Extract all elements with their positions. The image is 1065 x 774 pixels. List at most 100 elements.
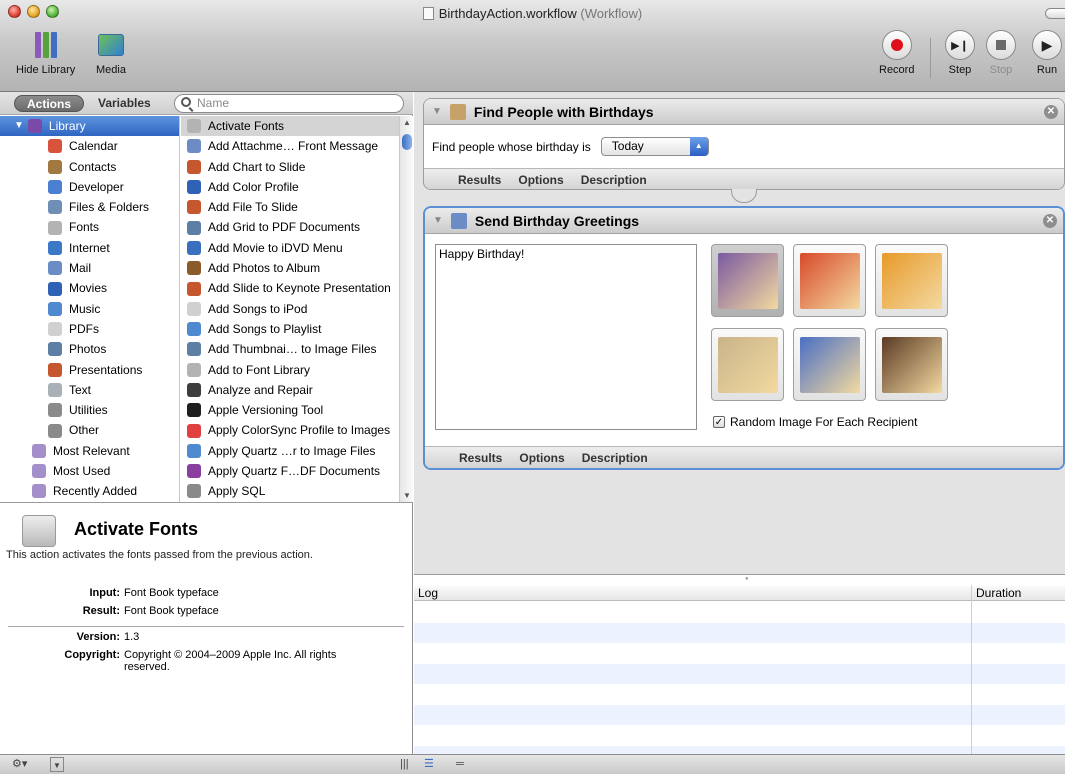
birthday-popup[interactable]: Today ▲ xyxy=(600,137,709,156)
category-item[interactable]: Music xyxy=(0,299,179,319)
action-header[interactable]: ▼ Send Birthday Greetings ✕ xyxy=(425,208,1063,234)
action-item[interactable]: Add Thumbnai… to Image Files xyxy=(181,339,399,359)
category-item[interactable]: Text xyxy=(0,380,179,400)
results-tab[interactable]: Results xyxy=(459,451,502,465)
category-label: Movies xyxy=(69,281,108,296)
category-label: Other xyxy=(69,423,100,438)
description-toggle-icon[interactable]: ▼ xyxy=(50,757,64,772)
scroll-down-arrow-icon[interactable]: ▼ xyxy=(403,491,411,500)
category-item[interactable]: Other xyxy=(0,420,179,440)
action-item[interactable]: Add Attachme… Front Message xyxy=(181,136,399,156)
record-button[interactable]: Record xyxy=(879,28,914,76)
action-header[interactable]: ▼ Find People with Birthdays ✕ xyxy=(424,99,1064,125)
action-list-scrollbar[interactable]: ▲ ▼ xyxy=(399,116,413,502)
random-image-checkbox[interactable]: ✓ Random Image For Each Recipient xyxy=(713,415,917,429)
category-item[interactable]: Internet xyxy=(0,238,179,258)
resize-grip-icon[interactable]: ||| xyxy=(400,757,409,772)
toolbar-toggle-button[interactable] xyxy=(1045,8,1065,19)
actions-tab[interactable]: Actions xyxy=(14,95,85,112)
action-item[interactable]: Analyze and Repair xyxy=(181,380,399,400)
disclosure-triangle-icon[interactable]: ▼ xyxy=(433,215,443,226)
variables-tab[interactable]: Variables xyxy=(86,95,163,112)
category-icon xyxy=(48,342,62,357)
action-item[interactable]: Apple Versioning Tool xyxy=(181,400,399,420)
category-item[interactable]: Recently Added xyxy=(0,481,179,501)
action-item[interactable]: Add Color Profile xyxy=(181,177,399,197)
action-item[interactable]: Add Songs to Playlist xyxy=(181,319,399,339)
list-view-icon[interactable]: ☰ xyxy=(424,757,434,772)
log-column-header[interactable]: Log xyxy=(414,586,971,601)
remove-action-icon[interactable]: ✕ xyxy=(1043,214,1057,228)
image-choice[interactable] xyxy=(711,244,784,317)
category-label: Files & Folders xyxy=(69,200,150,215)
category-item[interactable]: Developer xyxy=(0,177,179,197)
run-icon: ▶ xyxy=(1032,30,1062,60)
action-item[interactable]: Add to Font Library xyxy=(181,360,399,380)
image-choice[interactable] xyxy=(711,328,784,401)
category-label: Library xyxy=(48,119,86,133)
category-item[interactable]: Calendar xyxy=(0,136,179,156)
category-item[interactable]: Most Relevant xyxy=(0,441,179,461)
image-choice[interactable] xyxy=(793,328,866,401)
action-item[interactable]: Activate Fonts xyxy=(181,116,399,137)
description-tab[interactable]: Description xyxy=(581,173,647,187)
action-item[interactable]: Apply SQL xyxy=(181,481,399,501)
category-item[interactable]: Movies xyxy=(0,278,179,298)
description-tab[interactable]: Description xyxy=(582,451,648,465)
image-choice[interactable] xyxy=(793,244,866,317)
image-choice[interactable] xyxy=(875,244,948,317)
disclosure-triangle-icon[interactable]: ▼ xyxy=(432,106,442,117)
remove-action-icon[interactable]: ✕ xyxy=(1044,105,1058,119)
gear-icon[interactable]: ⚙▾ xyxy=(12,757,27,772)
workflow-area[interactable]: ▼ Find People with Birthdays ✕ Find peop… xyxy=(414,92,1065,574)
checkmark-icon: ✓ xyxy=(713,416,725,428)
action-item[interactable]: Add Songs to iPod xyxy=(181,299,399,319)
category-item[interactable]: Mail xyxy=(0,258,179,278)
results-tab[interactable]: Results xyxy=(458,173,501,187)
action-item[interactable]: Apply ColorSync Profile to Images xyxy=(181,420,399,440)
category-item[interactable]: Photos xyxy=(0,339,179,359)
message-textarea[interactable]: Happy Birthday! xyxy=(435,244,697,430)
options-tab[interactable]: Options xyxy=(518,173,563,187)
scroll-up-arrow-icon[interactable]: ▲ xyxy=(403,118,411,127)
step-button[interactable]: ▶❙ Step xyxy=(945,28,975,76)
action-find-people: ▼ Find People with Birthdays ✕ Find peop… xyxy=(423,98,1065,190)
document-icon xyxy=(422,7,434,20)
category-item[interactable]: Files & Folders xyxy=(0,197,179,217)
options-tab[interactable]: Options xyxy=(519,451,564,465)
scroll-thumb[interactable] xyxy=(402,134,412,150)
category-item[interactable]: Fonts xyxy=(0,217,179,237)
workflow-view-icon[interactable]: ═ xyxy=(456,757,464,772)
action-item[interactable]: Add Movie to iDVD Menu xyxy=(181,238,399,258)
bottom-bar: ⚙▾ ▼ ||| ☰ ═ xyxy=(0,754,1065,774)
action-item[interactable]: Add Chart to Slide xyxy=(181,157,399,177)
chocolate-cake-thumbnail xyxy=(881,336,942,393)
hide-library-button[interactable]: Hide Library xyxy=(16,28,75,76)
action-item[interactable]: Apply Quartz F…DF Documents xyxy=(181,461,399,481)
category-item[interactable]: Presentations xyxy=(0,360,179,380)
splitter-grip-icon[interactable]: ● xyxy=(745,576,749,582)
run-button[interactable]: ▶ Run xyxy=(1032,28,1062,76)
category-item[interactable]: Contacts xyxy=(0,157,179,177)
action-item[interactable]: Apply Quartz …r to Image Files xyxy=(181,441,399,461)
category-item[interactable]: Most Used xyxy=(0,461,179,481)
action-icon xyxy=(187,240,201,255)
action-label: Add Slide to Keynote Presentation xyxy=(208,281,391,296)
action-item[interactable]: Add File To Slide xyxy=(181,197,399,217)
action-item[interactable]: Add Photos to Album xyxy=(181,258,399,278)
category-item[interactable]: ▼ Library xyxy=(0,116,179,137)
action-item[interactable]: Add Grid to PDF Documents xyxy=(181,217,399,237)
category-label: Most Used xyxy=(53,464,111,479)
library-header: Actions Variables Name xyxy=(0,92,413,115)
category-item[interactable]: PDFs xyxy=(0,319,179,339)
stop-button[interactable]: Stop xyxy=(986,28,1016,76)
category-list: ▼ Library Calendar Contacts Developer Files &… xyxy=(0,116,180,502)
action-item[interactable]: Add Slide to Keynote Presentation xyxy=(181,278,399,298)
category-item[interactable]: Utilities xyxy=(0,400,179,420)
search-input[interactable]: Name xyxy=(174,94,404,113)
image-choice[interactable] xyxy=(875,328,948,401)
media-button[interactable]: Media xyxy=(96,28,126,76)
disclosure-triangle-icon[interactable]: ▼ xyxy=(14,116,24,136)
duration-column-header[interactable]: Duration xyxy=(971,586,1065,601)
action-icon xyxy=(187,383,201,397)
